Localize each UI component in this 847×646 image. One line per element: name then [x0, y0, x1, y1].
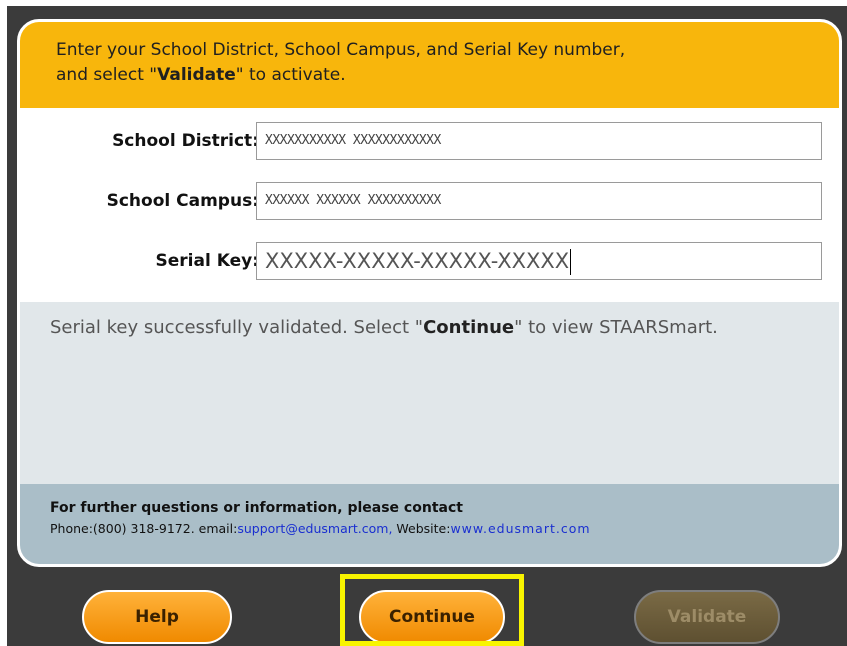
district-row: School District: XXXXXXXXXXX XXXXXXXXXXX…	[20, 122, 839, 162]
serial-key-input[interactable]: XXXXX-XXXXX-XXXXX-XXXXX	[256, 242, 822, 280]
school-district-label: School District:	[112, 131, 259, 151]
serial-key-value: XXXXX-XXXXX-XXXXX-XXXXX	[265, 249, 570, 273]
instructions-line-1: Enter your School District, School Campu…	[56, 40, 626, 60]
contact-info: For further questions or information, pl…	[20, 484, 839, 564]
contact-title: For further questions or information, pl…	[50, 500, 463, 516]
campus-row: School Campus: XXXXXX XXXXXX XXXXXXXXXX	[20, 182, 839, 222]
text-caret	[570, 249, 572, 275]
status-continue-bold: Continue	[423, 317, 515, 338]
validate-button[interactable]: Validate	[634, 590, 780, 644]
school-district-input[interactable]: XXXXXXXXXXX XXXXXXXXXXXX	[256, 122, 822, 160]
instructions-validate-bold: Validate	[157, 65, 236, 85]
email-label: email:	[198, 521, 238, 536]
help-button[interactable]: Help	[82, 590, 232, 644]
status-prefix: Serial key successfully validated. Selec…	[50, 317, 424, 338]
serial-key-label: Serial Key:	[155, 251, 260, 271]
status-message: Serial key successfully validated. Selec…	[20, 302, 839, 484]
instructions-suffix: " to activate.	[235, 65, 346, 85]
continue-highlight-box	[340, 574, 524, 646]
instructions-prefix: and select "	[56, 65, 158, 85]
instructions-line-2: and select "Validate" to activate.	[56, 63, 803, 88]
school-campus-label: School Campus:	[106, 191, 259, 211]
serial-row: Serial Key: XXXXX-XXXXX-XXXXX-XXXXX	[20, 242, 839, 282]
activation-form: School District: XXXXXXXXXXX XXXXXXXXXXX…	[20, 108, 839, 302]
website-label: Website:	[396, 521, 451, 536]
status-suffix: " to view STAARSmart.	[514, 317, 718, 338]
contact-details: Phone:(800) 318-9172. email:support@edus…	[50, 518, 809, 540]
app-window: Enter your School District, School Campu…	[7, 6, 847, 646]
instructions-header: Enter your School District, School Campu…	[20, 22, 839, 108]
activation-panel: Enter your School District, School Campu…	[17, 19, 842, 567]
phone-text: Phone:(800) 318-9172.	[50, 521, 195, 536]
website-link[interactable]: www.edusmart.com	[450, 521, 590, 536]
email-link[interactable]: support@edusmart.com,	[237, 521, 392, 536]
school-campus-input[interactable]: XXXXXX XXXXXX XXXXXXXXXX	[256, 182, 822, 220]
